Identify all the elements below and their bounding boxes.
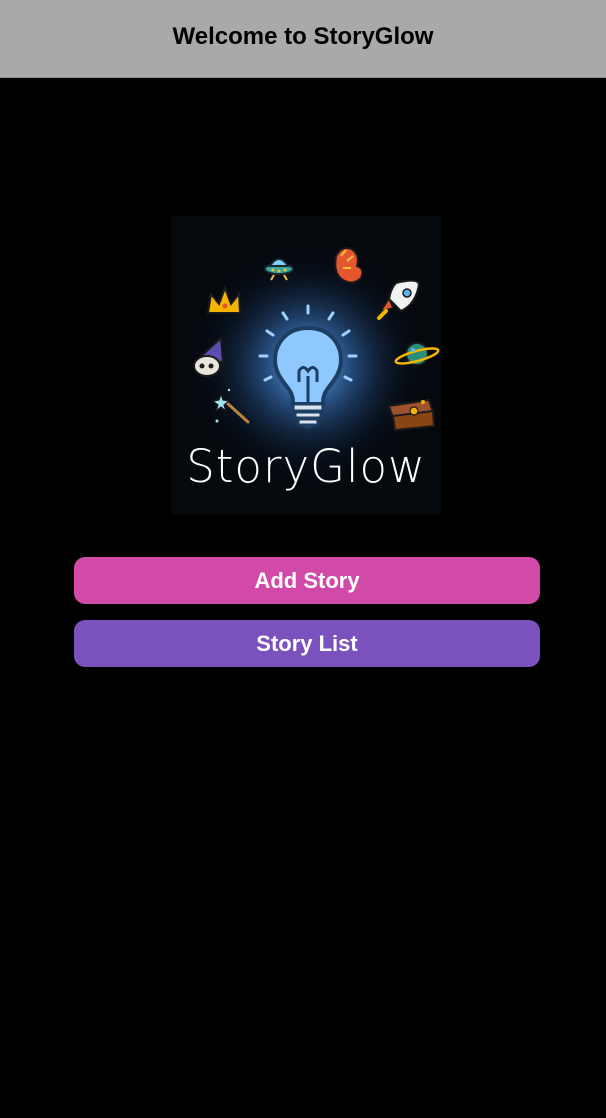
add-story-button[interactable]: Add Story — [74, 557, 540, 604]
treasure-chest-icon — [387, 398, 436, 432]
app-logo: StoryGlow — [171, 216, 441, 514]
story-list-button[interactable]: Story List — [74, 620, 540, 667]
page-title: Welcome to StoryGlow — [172, 22, 434, 50]
logo-brand-text: StoryGlow — [186, 440, 426, 493]
navigation-bar: Welcome to StoryGlow — [0, 0, 606, 78]
main-content: StoryGlow Add Story Story List — [0, 78, 606, 1118]
